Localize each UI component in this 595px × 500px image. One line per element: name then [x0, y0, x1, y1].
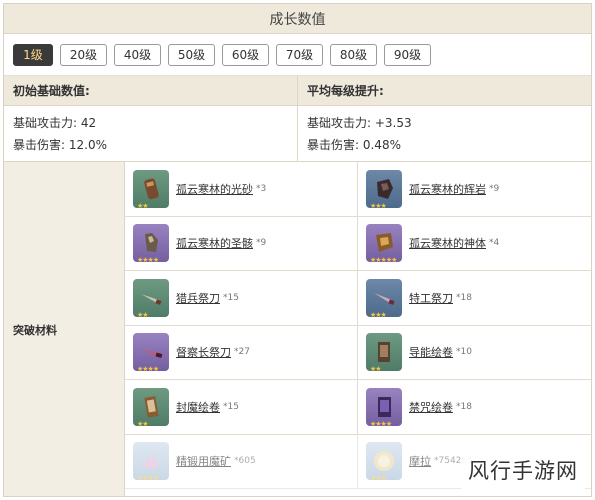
- rarity-stars: ★★: [137, 201, 149, 210]
- growth-crit-damage: 暴击伤害: 0.48%: [307, 138, 401, 152]
- material-count: *9: [256, 238, 267, 249]
- material-name[interactable]: 精锻用魔矿: [176, 453, 231, 469]
- material-item[interactable]: ★★ 猎兵祭刀 *15: [125, 271, 358, 326]
- rarity-stars: ★★★: [370, 474, 387, 483]
- level-tab-90[interactable]: 90级: [384, 43, 431, 66]
- ascension-materials: 突破材料 ★★ 孤云寒林的光砂 *3 ★★★ 孤云寒林的辉岩 *9 ★★★★ 孤云寒林的圣骸 *…: [4, 162, 591, 496]
- site-watermark: 风行手游网: [461, 450, 585, 490]
- material-item[interactable]: ★★ 孤云寒林的光砂 *3: [125, 162, 358, 217]
- material-count: *3: [256, 183, 267, 194]
- level-tab-50[interactable]: 50级: [168, 43, 215, 66]
- materials-grid: ★★ 孤云寒林的光砂 *3 ★★★ 孤云寒林的辉岩 *9 ★★★★ 孤云寒林的圣骸 *9 ★★★★…: [125, 162, 591, 496]
- rarity-stars: ★★★★★: [370, 256, 397, 265]
- rarity-stars: ★★: [137, 310, 149, 319]
- material-name[interactable]: 特工祭刀: [409, 290, 453, 306]
- material-item[interactable]: ★★★★ 孤云寒林的圣骸 *9: [125, 216, 358, 271]
- base-crit-damage: 暴击伤害: 12.0%: [13, 138, 107, 152]
- base-stats: 基础攻击力: 42 暴击伤害: 12.0%: [4, 106, 297, 161]
- rarity-stars: ★★: [370, 365, 382, 374]
- material-count: *27: [234, 347, 250, 358]
- material-count: *605: [234, 456, 256, 467]
- relic-icon: ★★★★: [133, 224, 169, 265]
- material-item[interactable]: ★★★★ 精锻用魔矿 *605: [125, 434, 358, 489]
- rock-icon: ★★★: [366, 169, 402, 210]
- growth-stats-heading: 平均每级提升:: [297, 76, 591, 105]
- mora-coin-icon: ★★★: [366, 442, 402, 483]
- material-name[interactable]: 孤云寒林的圣骸: [176, 235, 253, 251]
- material-item[interactable]: ★★★★ 督察长祭刀 *27: [125, 325, 358, 380]
- material-item[interactable]: ★★★★ 禁咒绘卷 *18: [358, 380, 591, 435]
- base-stats-heading: 初始基础数值:: [13, 84, 90, 98]
- material-name[interactable]: 禁咒绘卷: [409, 399, 453, 415]
- rarity-stars: ★★★★: [137, 256, 159, 265]
- material-item[interactable]: ★★★★★ 孤云寒林的神体 *4: [358, 217, 591, 271]
- rarity-stars: ★★: [137, 419, 149, 428]
- weapon-growth-panel: 成长数值 1级 20级 40级 50级 60级 70级 80级 90级 初始基础…: [3, 3, 592, 497]
- rarity-stars: ★★★: [370, 201, 387, 210]
- inspector-knife-icon: ★★★★: [133, 333, 169, 374]
- material-name[interactable]: 督察长祭刀: [176, 344, 231, 360]
- sealed-scroll-icon: ★★: [133, 387, 169, 428]
- base-attack: 基础攻击力: 42: [13, 116, 97, 130]
- rarity-stars: ★★★: [370, 310, 387, 319]
- material-count: *4: [489, 238, 500, 249]
- forbidden-scroll-icon: ★★★★: [366, 387, 402, 428]
- level-tab-60[interactable]: 60级: [222, 43, 269, 66]
- material-item[interactable]: ★★ 导能绘卷 *10: [358, 326, 591, 380]
- divine-body-icon: ★★★★★: [366, 224, 402, 265]
- material-item[interactable]: ★★★ 特工祭刀 *18: [358, 271, 591, 326]
- level-tab-1[interactable]: 1级: [13, 43, 53, 66]
- panel-title: 成长数值: [4, 4, 591, 34]
- stats-header: 初始基础数值: 平均每级提升:: [4, 76, 591, 106]
- sand-icon: ★★: [133, 169, 169, 210]
- material-name[interactable]: 孤云寒林的光砂: [176, 181, 253, 197]
- material-name[interactable]: 封魔绘卷: [176, 399, 220, 415]
- material-name[interactable]: 猎兵祭刀: [176, 290, 220, 306]
- agent-knife-icon: ★★★: [366, 278, 402, 319]
- level-tab-80[interactable]: 80级: [330, 43, 377, 66]
- level-tabs: 1级 20级 40级 50级 60级 70级 80级 90级: [4, 34, 591, 76]
- material-name[interactable]: 摩拉: [409, 453, 431, 469]
- level-tab-70[interactable]: 70级: [276, 43, 323, 66]
- rarity-stars: ★★★★: [137, 474, 159, 483]
- materials-label: 突破材料: [4, 162, 125, 496]
- growth-stats: 基础攻击力: +3.53 暴击伤害: 0.48%: [297, 106, 591, 161]
- material-item[interactable]: ★★ 封魔绘卷 *15: [125, 380, 358, 435]
- material-name[interactable]: 孤云寒林的辉岩: [409, 181, 486, 197]
- scroll-icon: ★★: [366, 333, 402, 374]
- material-count: *9: [489, 183, 500, 194]
- material-count: *15: [223, 401, 239, 412]
- material-item[interactable]: ★★★ 孤云寒林的辉岩 *9: [358, 162, 591, 217]
- material-count: *18: [456, 292, 472, 303]
- material-count: *18: [456, 401, 472, 412]
- material-name[interactable]: 孤云寒林的神体: [409, 235, 486, 251]
- stats-body: 基础攻击力: 42 暴击伤害: 12.0% 基础攻击力: +3.53 暴击伤害:…: [4, 106, 591, 162]
- material-count: *15: [223, 292, 239, 303]
- level-tab-20[interactable]: 20级: [60, 43, 107, 66]
- rarity-stars: ★★★★: [137, 365, 159, 374]
- rarity-stars: ★★★★: [370, 419, 392, 428]
- hunter-knife-icon: ★★: [133, 278, 169, 319]
- growth-attack: 基础攻击力: +3.53: [307, 116, 412, 130]
- material-count: *10: [456, 347, 472, 358]
- ore-icon: ★★★★: [133, 442, 169, 483]
- level-tab-40[interactable]: 40级: [114, 43, 161, 66]
- material-name[interactable]: 导能绘卷: [409, 344, 453, 360]
